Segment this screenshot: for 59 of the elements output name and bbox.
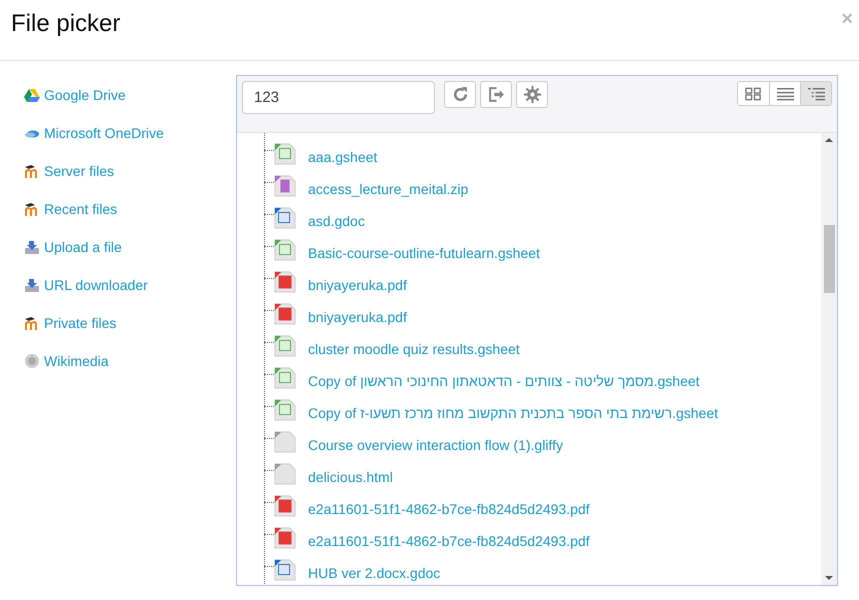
file-icon <box>274 463 296 485</box>
repository-link[interactable]: Microsoft OneDrive <box>24 120 164 146</box>
archive-file-icon <box>274 175 296 197</box>
logout-icon <box>488 86 504 103</box>
grid-icon <box>745 86 762 100</box>
document-file-icon <box>274 559 296 581</box>
graduation-cap-icon <box>24 163 40 179</box>
globe-icon <box>24 353 40 369</box>
file-link[interactable]: cluster moodle quiz results.gsheet <box>308 341 520 357</box>
dialog-title: File picker <box>11 10 120 38</box>
spreadsheet-file-icon <box>274 239 296 261</box>
file-link[interactable]: access_lecture_meital.zip <box>308 181 468 197</box>
file-icon <box>274 431 296 453</box>
repository-link[interactable]: Upload a file <box>24 234 122 260</box>
tree-icon <box>808 86 824 100</box>
file-link[interactable]: Copy of מסמך שליטה - צוותים - הדאטאתון החינוכי הראשון.gsheet <box>308 373 700 389</box>
spreadsheet-file-icon <box>274 399 296 421</box>
settings-icon <box>524 86 540 103</box>
close-button[interactable]: × <box>839 9 855 29</box>
upload-icon <box>24 277 40 293</box>
file-link[interactable]: bniyayeruka.pdf <box>308 277 407 293</box>
file-link[interactable]: Basic-course-outline-futulearn.gsheet <box>308 245 540 261</box>
refresh-button[interactable] <box>444 81 476 108</box>
repository-link[interactable]: Wikimedia <box>24 348 109 374</box>
search-field[interactable]: 123 <box>242 81 435 114</box>
file-link[interactable]: asd.gdoc <box>308 213 365 229</box>
repository-link[interactable]: Private files <box>24 310 116 336</box>
list-view-button[interactable] <box>769 82 800 105</box>
settings-button[interactable] <box>516 81 548 108</box>
graduation-cap-icon <box>24 315 40 331</box>
spreadsheet-file-icon <box>274 335 296 357</box>
file-link[interactable]: bniyayeruka.pdf <box>308 309 407 325</box>
pdf-file-icon <box>274 495 296 517</box>
refresh-icon <box>452 86 468 103</box>
file-link[interactable]: delicious.html <box>308 469 393 485</box>
file-link[interactable]: Course overview interaction flow (1).gliffy <box>308 437 563 453</box>
grid-view-button[interactable] <box>738 82 769 105</box>
triangle-logo-icon <box>24 87 40 103</box>
repository-link[interactable]: Server files <box>24 158 114 184</box>
scrollbar[interactable] <box>821 133 837 585</box>
pdf-file-icon <box>274 527 296 549</box>
file-link[interactable]: aaa.gsheet <box>308 149 378 165</box>
list-icon <box>776 86 794 100</box>
file-link[interactable]: e2a11601-51f1-4862-b7ce-fb824d5d2493.pdf <box>308 501 590 517</box>
pdf-file-icon <box>274 271 296 293</box>
repository-link[interactable]: Recent files <box>24 196 118 222</box>
document-file-icon <box>274 207 296 229</box>
repository-link[interactable]: Google Drive <box>24 82 126 108</box>
logout-button[interactable] <box>480 81 512 108</box>
graduation-cap-icon <box>24 201 40 217</box>
file-link[interactable]: e2a11601-51f1-4862-b7ce-fb824d5d2493.pdf <box>308 533 590 549</box>
file-link[interactable]: Copy of רשימת בתי הספר בתכנית התקשוב מחוז מרכז תשעו-ז.gsheet <box>308 405 718 421</box>
tree-view-button[interactable] <box>800 82 831 105</box>
pdf-file-icon <box>274 303 296 325</box>
upload-icon <box>24 239 40 255</box>
repository-link[interactable]: URL downloader <box>24 272 148 298</box>
spreadsheet-file-icon <box>274 367 296 389</box>
spreadsheet-file-icon <box>274 143 296 165</box>
file-link[interactable]: HUB ver 2.docx.gdoc <box>308 565 440 581</box>
